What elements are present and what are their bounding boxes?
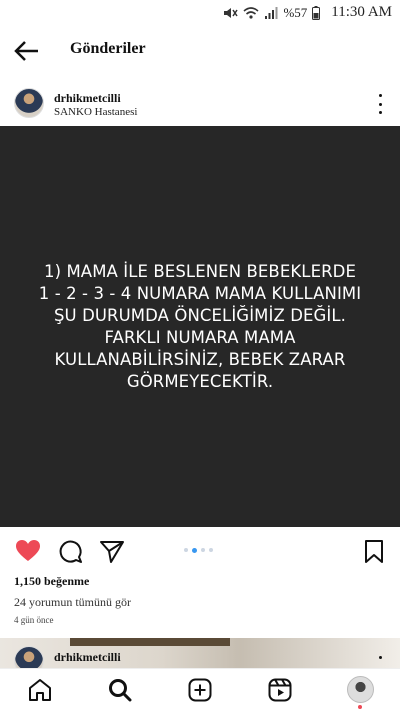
like-button[interactable]	[14, 537, 42, 565]
nav-search[interactable]	[107, 677, 135, 705]
app-header: Gönderiler	[0, 30, 400, 72]
more-icon	[378, 94, 382, 97]
comment-icon	[59, 540, 82, 563]
carousel-indicator	[184, 547, 213, 553]
signal-icon	[265, 6, 278, 19]
more-icon[interactable]	[379, 656, 382, 659]
battery-percent: %57	[283, 4, 308, 20]
bookmark-icon	[365, 540, 383, 563]
avatar[interactable]	[14, 646, 44, 668]
view-comments-link[interactable]: 24 yorumun tümünü gör	[14, 595, 131, 610]
next-post-username[interactable]: drhikmetcilli	[54, 650, 121, 665]
post-actions	[0, 533, 400, 567]
battery-icon	[312, 5, 321, 20]
notification-dot	[358, 705, 362, 709]
create-icon	[188, 678, 212, 702]
clock: 11:30 AM	[331, 4, 392, 20]
send-icon	[100, 541, 124, 563]
back-button[interactable]	[12, 38, 42, 64]
post-username[interactable]: drhikmetcilli	[54, 91, 121, 106]
reels-icon	[268, 678, 292, 702]
share-button[interactable]	[98, 537, 126, 565]
save-button[interactable]	[360, 537, 388, 565]
post-image-text: 1) MAMA İLE BESLENEN BEBEKLERDE 1 - 2 - …	[38, 261, 362, 391]
home-icon	[29, 679, 51, 701]
status-bar: %57 11:30 AM	[0, 0, 400, 26]
post-image[interactable]: 1) MAMA İLE BESLENEN BEBEKLERDE 1 - 2 - …	[0, 126, 400, 527]
like-count[interactable]: 1,150 beğenme	[14, 574, 89, 589]
comment-button[interactable]	[56, 537, 84, 565]
bottom-nav	[0, 668, 400, 711]
nav-profile-avatar[interactable]	[347, 676, 374, 703]
page-title: Gönderiler	[70, 40, 146, 57]
search-icon	[109, 679, 132, 702]
next-post-preview[interactable]: drhikmetcilli	[0, 638, 400, 668]
heart-icon	[16, 540, 40, 561]
more-options-button[interactable]	[376, 94, 384, 114]
mute-icon	[224, 7, 239, 18]
nav-home[interactable]	[27, 677, 55, 705]
post-timestamp: 4 gün önce	[14, 615, 54, 625]
avatar[interactable]	[14, 88, 44, 118]
nav-create[interactable]	[187, 677, 215, 705]
nav-reels[interactable]	[267, 677, 295, 705]
arrow-left-icon	[14, 41, 38, 61]
post-header: drhikmetcilli SANKO Hastanesi	[0, 86, 400, 126]
status-icons: %57 11:30 AM	[222, 4, 392, 21]
post-location[interactable]: SANKO Hastanesi	[54, 106, 137, 118]
wifi-icon	[243, 6, 259, 19]
